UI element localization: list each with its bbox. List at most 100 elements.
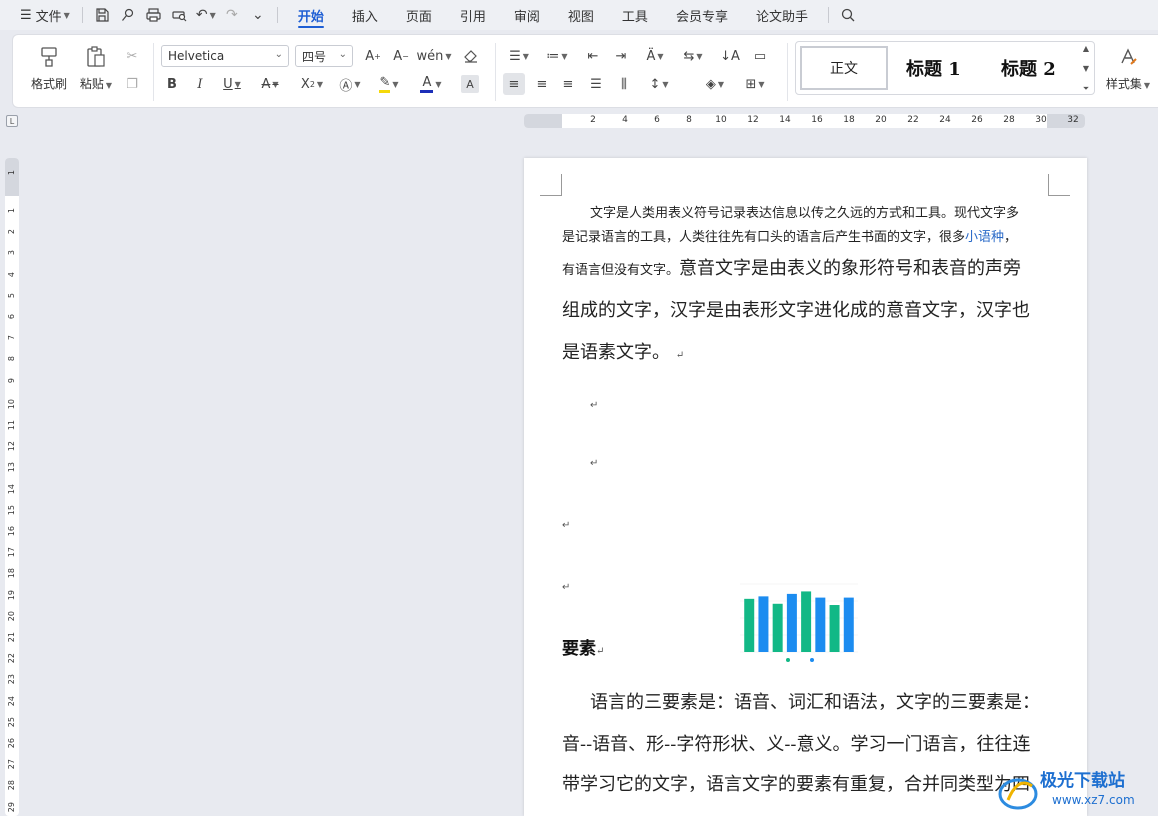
ruler-tick: 4 xyxy=(7,271,16,277)
chevron-down-icon: ▼ xyxy=(63,10,70,20)
tab-7[interactable]: 会员专享 xyxy=(662,0,742,30)
chevron-down-icon: ⌄ xyxy=(274,49,283,60)
font-size-value: 四号 xyxy=(302,49,327,64)
align-center-icon[interactable]: ≡ xyxy=(531,73,553,95)
distribute-icon[interactable]: ⫼ xyxy=(613,73,635,95)
text-direction-icon[interactable]: Ä ▼ xyxy=(639,45,671,67)
horizontal-ruler[interactable]: 2 4 6 8 10 12 14 16 18 20 22 24 26 28 30 32 xyxy=(524,114,1085,128)
hyperlink[interactable]: 小语种 xyxy=(965,230,1004,245)
numbered-list-icon[interactable]: ≔ ▼ xyxy=(541,45,573,67)
style-set-button[interactable]: 样式集 ▼ xyxy=(1103,35,1153,92)
highlight-icon[interactable]: ✎ ▼ xyxy=(373,73,405,95)
superscript-icon[interactable]: X 2 ▼ xyxy=(297,73,327,95)
ruler-tick: 24 xyxy=(7,695,16,706)
cut-icon[interactable]: ✂ xyxy=(121,45,143,67)
vertical-ruler[interactable]: 1 1 2 3 4 5 6 7 8 9 10 11 12 13 14 15 16 17 18 19 20 21 22 23 24… xyxy=(5,158,19,816)
tab-5[interactable]: 视图 xyxy=(554,0,608,30)
file-menu[interactable]: ☰ 文件 ▼ xyxy=(14,0,76,30)
print-preview-icon[interactable] xyxy=(167,0,193,30)
ruler-tick: 14 xyxy=(779,115,791,125)
paragraph-mark: ↵ xyxy=(590,400,599,411)
paragraph-line: 语言的三要素是：语音、词汇和语法，文字的三要素是： xyxy=(590,692,1040,713)
ruler-tick: 20 xyxy=(875,115,887,125)
chart-bar xyxy=(843,597,854,652)
grow-font-icon[interactable]: A + xyxy=(361,45,385,67)
show-marks-icon[interactable]: ▭ xyxy=(749,45,771,67)
sort-icon[interactable]: ↓A xyxy=(719,45,741,67)
chart-bar xyxy=(815,597,826,652)
borders-icon[interactable]: ⊞ ▼ xyxy=(739,73,771,95)
style-set-label: 样式集 xyxy=(1105,77,1142,91)
decrease-indent-icon[interactable]: ⇤ xyxy=(581,45,605,67)
bold-icon[interactable]: B xyxy=(161,73,183,95)
tab-6[interactable]: 工具 xyxy=(608,0,662,30)
ruler-tick: 6 xyxy=(7,314,16,320)
chevron-up-icon[interactable]: ▲ xyxy=(1083,44,1089,53)
copy-icon[interactable]: ❐ xyxy=(121,73,143,95)
paragraph-line: 是语素文字。 ↵ xyxy=(562,342,685,363)
underline-icon[interactable]: U ▼ xyxy=(217,73,247,95)
document-page[interactable]: 文字是人类用表义符号记录表达信息以传之久远的方式和工具。现代文字多 是记录语言的… xyxy=(524,158,1087,816)
ruler-tick: 25 xyxy=(7,716,16,727)
align-right-icon[interactable]: ≡ xyxy=(557,73,579,95)
font-color-icon[interactable]: A ▼ xyxy=(415,73,447,95)
tab-stop-selector[interactable]: L xyxy=(6,115,18,127)
style-heading-2-label: 标题 2 xyxy=(1001,59,1056,80)
paragraph-line: 文字是人类用表义符号记录表达信息以传之久远的方式和工具。现代文字多 xyxy=(590,206,1020,221)
ruler-tick: 32 xyxy=(1067,115,1079,125)
tab-4[interactable]: 审阅 xyxy=(500,0,554,30)
menu-divider xyxy=(81,7,83,23)
chart-bar xyxy=(829,605,840,652)
tab-1[interactable]: 插入 xyxy=(338,0,392,30)
styles-scroll[interactable]: ▲ ▼ ⏷ xyxy=(1080,44,1092,94)
italic-icon[interactable]: I xyxy=(189,73,211,95)
tab-8[interactable]: 论文助手 xyxy=(742,0,822,30)
redo-icon[interactable]: ↷ xyxy=(219,0,245,30)
shrink-font-icon[interactable]: A − xyxy=(389,45,413,67)
ruler-tick: 1 xyxy=(7,170,16,176)
export-icon[interactable] xyxy=(115,0,141,30)
print-icon[interactable] xyxy=(141,0,167,30)
line-break-icon[interactable]: ⇆ ▼ xyxy=(677,45,709,67)
strikethrough-icon[interactable]: A ▼ xyxy=(255,73,285,95)
ruler-tick: 2 xyxy=(590,115,596,125)
save-icon[interactable] xyxy=(89,0,115,30)
ruler-tick: 2 xyxy=(7,229,16,235)
ruler-tick: 18 xyxy=(7,568,16,579)
ruler-tick: 4 xyxy=(622,115,628,125)
tab-2[interactable]: 页面 xyxy=(392,0,446,30)
font-name-select[interactable]: Helvetica ⌄ xyxy=(161,45,289,67)
chevron-down-icon[interactable]: ▼ xyxy=(1083,64,1089,73)
format-painter-button[interactable]: 格式刷 xyxy=(29,35,69,92)
clipboard-icon xyxy=(84,45,108,69)
undo-icon[interactable]: ↶ ▼ xyxy=(193,0,219,30)
justify-icon[interactable]: ☰ xyxy=(585,73,607,95)
ruler-tick: 14 xyxy=(7,483,16,494)
ruler-tick: 24 xyxy=(939,115,951,125)
line-spacing-icon[interactable]: ↕ ▼ xyxy=(643,73,675,95)
expand-icon[interactable]: ⏷ xyxy=(1083,84,1089,94)
chart-bar xyxy=(786,593,797,652)
tab-3[interactable]: 引用 xyxy=(446,0,500,30)
font-name-value: Helvetica xyxy=(168,49,225,63)
style-heading-1[interactable]: 标题 1 xyxy=(906,46,961,90)
more-chevron-icon[interactable]: ⌄ xyxy=(245,0,271,30)
paste-button[interactable]: 粘贴 ▼ xyxy=(77,35,115,92)
char-shading-icon[interactable]: A xyxy=(461,75,479,93)
ruler-top-margin xyxy=(5,158,19,196)
style-heading-2[interactable]: 标题 2 xyxy=(1001,46,1056,90)
tab-0[interactable]: 开始 xyxy=(284,0,338,30)
shading-icon[interactable]: ◈ ▼ xyxy=(699,73,731,95)
font-size-select[interactable]: 四号 ⌄ xyxy=(295,45,353,67)
increase-indent-icon[interactable]: ⇥ xyxy=(609,45,633,67)
embedded-bar-chart[interactable] xyxy=(736,578,870,666)
text-effect-icon[interactable]: Ⓐ ▼ xyxy=(335,73,365,95)
bullet-list-icon[interactable]: ☰ ▼ xyxy=(503,45,535,67)
align-left-icon[interactable]: ≡ xyxy=(503,73,525,95)
style-normal[interactable]: 正文 xyxy=(800,46,888,90)
search-icon[interactable] xyxy=(835,0,861,30)
phonetic-guide-icon[interactable]: wén ▼ xyxy=(416,45,451,67)
chevron-down-icon: ⌄ xyxy=(338,49,347,60)
eraser-icon[interactable] xyxy=(459,45,483,67)
ruler-tick: 13 xyxy=(7,462,16,473)
